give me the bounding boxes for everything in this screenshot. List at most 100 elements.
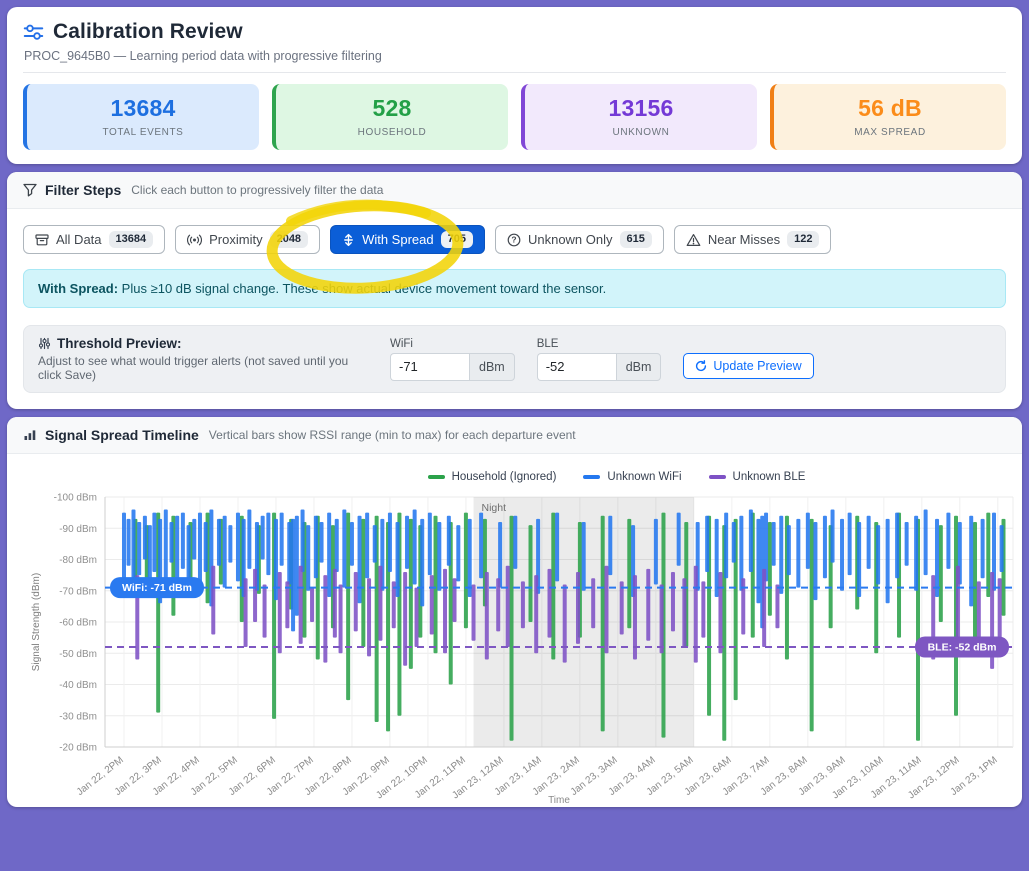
chart-bar [335, 519, 339, 572]
chart-bar [498, 522, 502, 588]
chart-bar [434, 516, 438, 654]
legend-item[interactable]: Unknown BLE [709, 471, 806, 483]
chart-bar [314, 516, 318, 579]
chart-bar [956, 566, 960, 641]
filter-button-unknown-only[interactable]: ? Unknown Only 615 [495, 225, 664, 254]
chart-bar [137, 522, 141, 575]
filter-button-label: Near Misses [708, 232, 780, 247]
threshold-title: Threshold Preview: [57, 336, 182, 351]
filter-button-with-spread[interactable]: With Spread 705 [330, 225, 485, 254]
chart-bar [244, 578, 248, 647]
chart-bar [529, 525, 533, 622]
chart-bar [447, 516, 451, 566]
chart-bar [779, 516, 783, 594]
chart-bar [591, 578, 595, 628]
chart-bar [510, 516, 514, 741]
y-tick-label: -70 dBm [59, 586, 97, 597]
chart-bar [946, 513, 950, 569]
filter-button-label: Unknown Only [528, 232, 613, 247]
ble-threshold-label: BLE: -52 dBm [928, 642, 997, 654]
bar-chart-icon [23, 428, 37, 442]
broadcast-icon [187, 233, 202, 247]
chart-bar [253, 569, 257, 622]
chart-bar [346, 513, 350, 701]
chart-bar [654, 519, 658, 585]
filter-info-box: With Spread: Plus ≥10 dB signal change. … [23, 269, 1006, 308]
chart-bar [701, 582, 705, 638]
chart-bar [143, 516, 147, 560]
stat-label: HOUSEHOLD [284, 127, 500, 138]
filter-button-all-data[interactable]: All Data 13684 [23, 225, 165, 254]
wifi-threshold-input[interactable] [390, 353, 469, 381]
stat-card-total-events: 13684 TOTAL EVENTS [23, 84, 259, 150]
chart-bar [548, 569, 552, 638]
legend-item[interactable]: Unknown WiFi [583, 471, 681, 483]
chart-bar [732, 522, 736, 563]
info-box-title: With Spread: [38, 281, 118, 296]
y-tick-label: -50 dBm [59, 649, 97, 660]
update-preview-button[interactable]: Update Preview [683, 353, 813, 379]
chart-bar [772, 522, 776, 566]
chart-bar [775, 585, 779, 629]
threshold-sliders-icon [38, 337, 51, 350]
chart-bar [350, 522, 354, 566]
chart-bar [358, 516, 362, 604]
page: { "header": { "title": "Calibration Revi… [0, 7, 1029, 871]
signal-spread-chart: -100 dBm-90 dBm-80 dBm-70 dBm-60 dBm-50 … [15, 487, 1025, 807]
night-label: Night [482, 502, 507, 514]
filter-button-count: 615 [620, 231, 652, 248]
chart-bar [367, 578, 371, 656]
chart-bar [169, 522, 173, 563]
ble-unit-suffix: dBm [616, 353, 662, 381]
chart-bar [247, 510, 251, 569]
question-icon: ? [507, 233, 521, 247]
chart-bar [320, 522, 324, 563]
legend-item[interactable]: Household (Ignored) [428, 471, 557, 483]
chart-bar [280, 513, 284, 566]
chart-bar [806, 513, 810, 569]
chart-bar [485, 572, 489, 660]
chart-bar [555, 513, 559, 582]
chart-bar [608, 516, 612, 575]
chart-bar [756, 519, 760, 603]
ble-threshold-input[interactable] [537, 353, 616, 381]
archive-icon [35, 233, 49, 247]
chart-bar [939, 525, 943, 622]
filter-button-proximity[interactable]: Proximity 2048 [175, 225, 320, 254]
chart-bar [181, 513, 185, 569]
funnel-icon [23, 183, 37, 197]
filter-button-near-misses[interactable]: Near Misses 122 [674, 225, 832, 254]
chart-bar [724, 513, 728, 579]
chart-bar [464, 513, 468, 629]
chart-bar [981, 519, 985, 578]
chart-bar [582, 522, 586, 591]
chart-bar [310, 588, 314, 622]
chart-title: Signal Spread Timeline [45, 427, 199, 443]
chart-bar [453, 578, 457, 622]
chart-bar [646, 569, 650, 641]
y-tick-label: -60 dBm [59, 618, 97, 629]
chart-bar [823, 516, 827, 579]
chart-bar [278, 572, 282, 653]
chart-bar [718, 572, 722, 653]
chart-bar [443, 569, 447, 653]
chart-bar [620, 582, 624, 635]
chart-bar [831, 510, 835, 563]
chart-bar [768, 522, 772, 616]
chart-bar [627, 519, 631, 628]
chart-bar [211, 566, 215, 635]
chart-bar [576, 572, 580, 644]
y-tick-label: -100 dBm [54, 493, 97, 504]
chart-bar [217, 519, 221, 566]
y-tick-label: -40 dBm [59, 680, 97, 691]
chart-bar [604, 566, 608, 654]
chart-bar [749, 510, 753, 573]
chart-bar [127, 519, 131, 566]
filter-steps-hint: Click each button to progressively filte… [131, 183, 383, 197]
chart-bar [420, 519, 424, 607]
chart-bar [715, 519, 719, 597]
chart-bar [521, 582, 525, 629]
legend-swatch [583, 475, 600, 479]
stat-card-max-spread: 56 dB MAX SPREAD [770, 84, 1006, 150]
legend-swatch [428, 475, 445, 479]
